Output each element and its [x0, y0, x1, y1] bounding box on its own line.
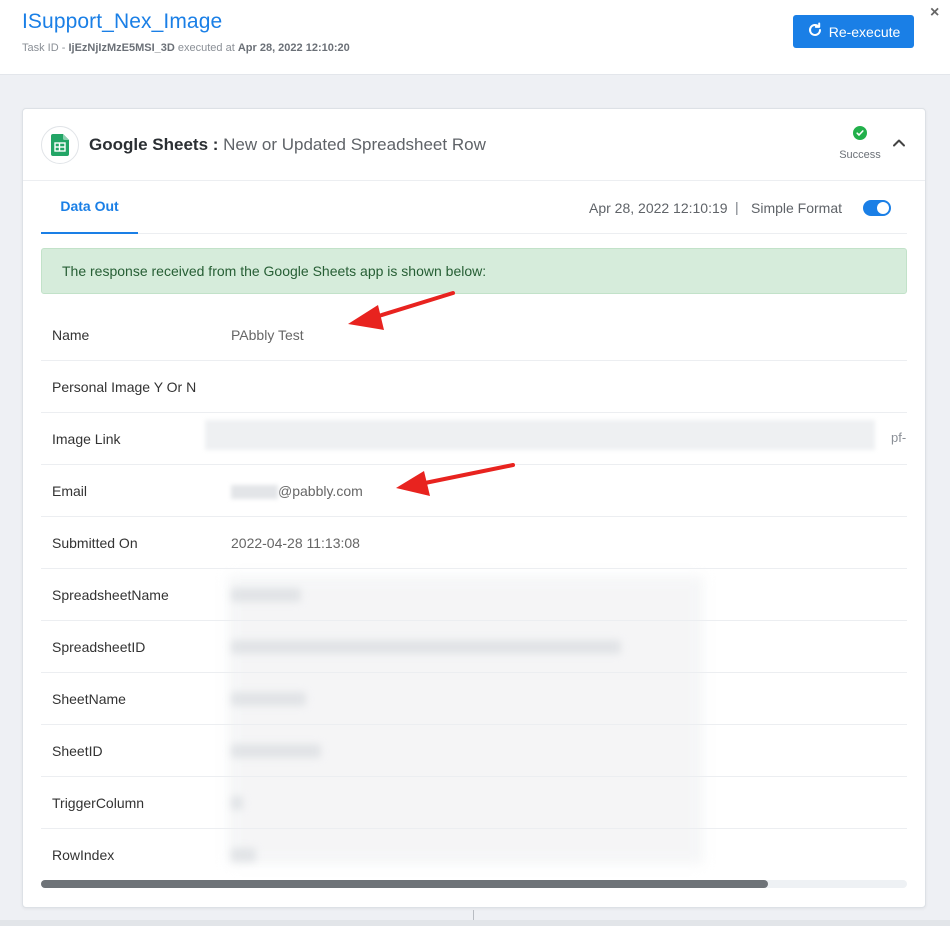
reexecute-label: Re-execute	[828, 23, 901, 40]
table-row: SheetName	[41, 673, 907, 725]
event-name: New or Updated Spreadsheet Row	[223, 135, 486, 154]
tab-bar: Data Out Apr 28, 2022 12:10:19 | Simple …	[41, 181, 907, 234]
execution-time: Apr 28, 2022 12:10:19	[589, 200, 728, 216]
field-label: SheetID	[52, 743, 103, 759]
table-row: SpreadsheetName	[41, 569, 907, 621]
bottom-bar	[0, 920, 950, 926]
simple-format-label: Simple Format	[751, 200, 843, 216]
task-meta: Task ID - IjEzNjIzMzE5MSI_3D executed at…	[22, 42, 350, 54]
table-row: SpreadsheetID	[41, 621, 907, 673]
refresh-icon	[807, 22, 823, 41]
field-label: Name	[52, 327, 90, 343]
field-value: 2022-04-28 11:13:08	[231, 535, 360, 551]
table-row: Name PAbbly Test	[41, 309, 907, 361]
field-label: Submitted On	[52, 535, 138, 551]
step-card: Google Sheets : New or Updated Spreadshe…	[22, 108, 926, 908]
field-label: TriggerColumn	[52, 795, 145, 811]
table-row: Email @pabbly.com	[41, 465, 907, 517]
task-id-label: Task ID -	[22, 42, 66, 54]
task-header: ISupport_Nex_Image Task ID - IjEzNjIzMzE…	[0, 0, 950, 75]
field-label: Personal Image Y Or N	[52, 379, 197, 395]
title-separator: :	[208, 135, 224, 154]
table-row: RowIndex	[41, 829, 907, 881]
redacted-value	[231, 588, 301, 602]
field-label: Email	[52, 483, 88, 499]
field-value: PAbbly Test	[231, 327, 304, 343]
table-row: Image Link	[41, 413, 907, 465]
toggle-knob	[877, 202, 889, 214]
step-title: Google Sheets : New or Updated Spreadshe…	[89, 135, 486, 155]
table-row: Submitted On 2022-04-28 11:13:08	[41, 517, 907, 569]
field-value: @pabbly.com	[231, 483, 363, 500]
task-title: ISupport_Nex_Image	[22, 10, 223, 33]
chevron-up-icon[interactable]	[891, 135, 907, 151]
divider: |	[735, 199, 739, 215]
field-label: Image Link	[52, 431, 121, 447]
email-domain: @pabbly.com	[278, 483, 363, 499]
table-row: TriggerColumn	[41, 777, 907, 829]
app-name: Google Sheets	[89, 135, 209, 154]
scrollbar-thumb[interactable]	[41, 880, 769, 888]
horizontal-scrollbar[interactable]	[41, 880, 907, 888]
executed-at-label: executed at	[177, 42, 235, 54]
redacted-email-user	[231, 485, 278, 500]
response-alert: The response received from the Google Sh…	[41, 248, 907, 294]
redacted-value	[231, 796, 243, 810]
executed-at: Apr 28, 2022 12:10:20	[237, 42, 350, 54]
data-table: Name PAbbly Test Personal Image Y Or N I…	[41, 309, 907, 881]
field-label: SheetName	[52, 691, 126, 707]
redacted-value	[231, 744, 321, 758]
field-label: SpreadsheetName	[52, 587, 169, 603]
check-icon	[853, 126, 867, 140]
redacted-value	[231, 640, 621, 654]
table-row: Personal Image Y Or N	[41, 361, 907, 413]
field-label: SpreadsheetID	[52, 639, 146, 655]
tab-data-out[interactable]: Data Out	[41, 181, 138, 234]
status-text: Success	[839, 149, 881, 161]
task-id: IjEzNjIzMzE5MSI_3D	[68, 42, 175, 54]
close-icon[interactable]: ×	[930, 4, 939, 22]
redacted-value	[231, 848, 256, 862]
reexecute-button[interactable]: Re-execute	[793, 15, 914, 48]
table-row: SheetID	[41, 725, 907, 777]
google-sheets-icon	[41, 126, 79, 164]
redacted-value	[231, 692, 306, 706]
status-indicator: Success	[837, 126, 883, 161]
step-header[interactable]: Google Sheets : New or Updated Spreadshe…	[23, 109, 925, 181]
field-label: RowIndex	[52, 847, 115, 863]
simple-format-toggle[interactable]	[863, 200, 891, 216]
